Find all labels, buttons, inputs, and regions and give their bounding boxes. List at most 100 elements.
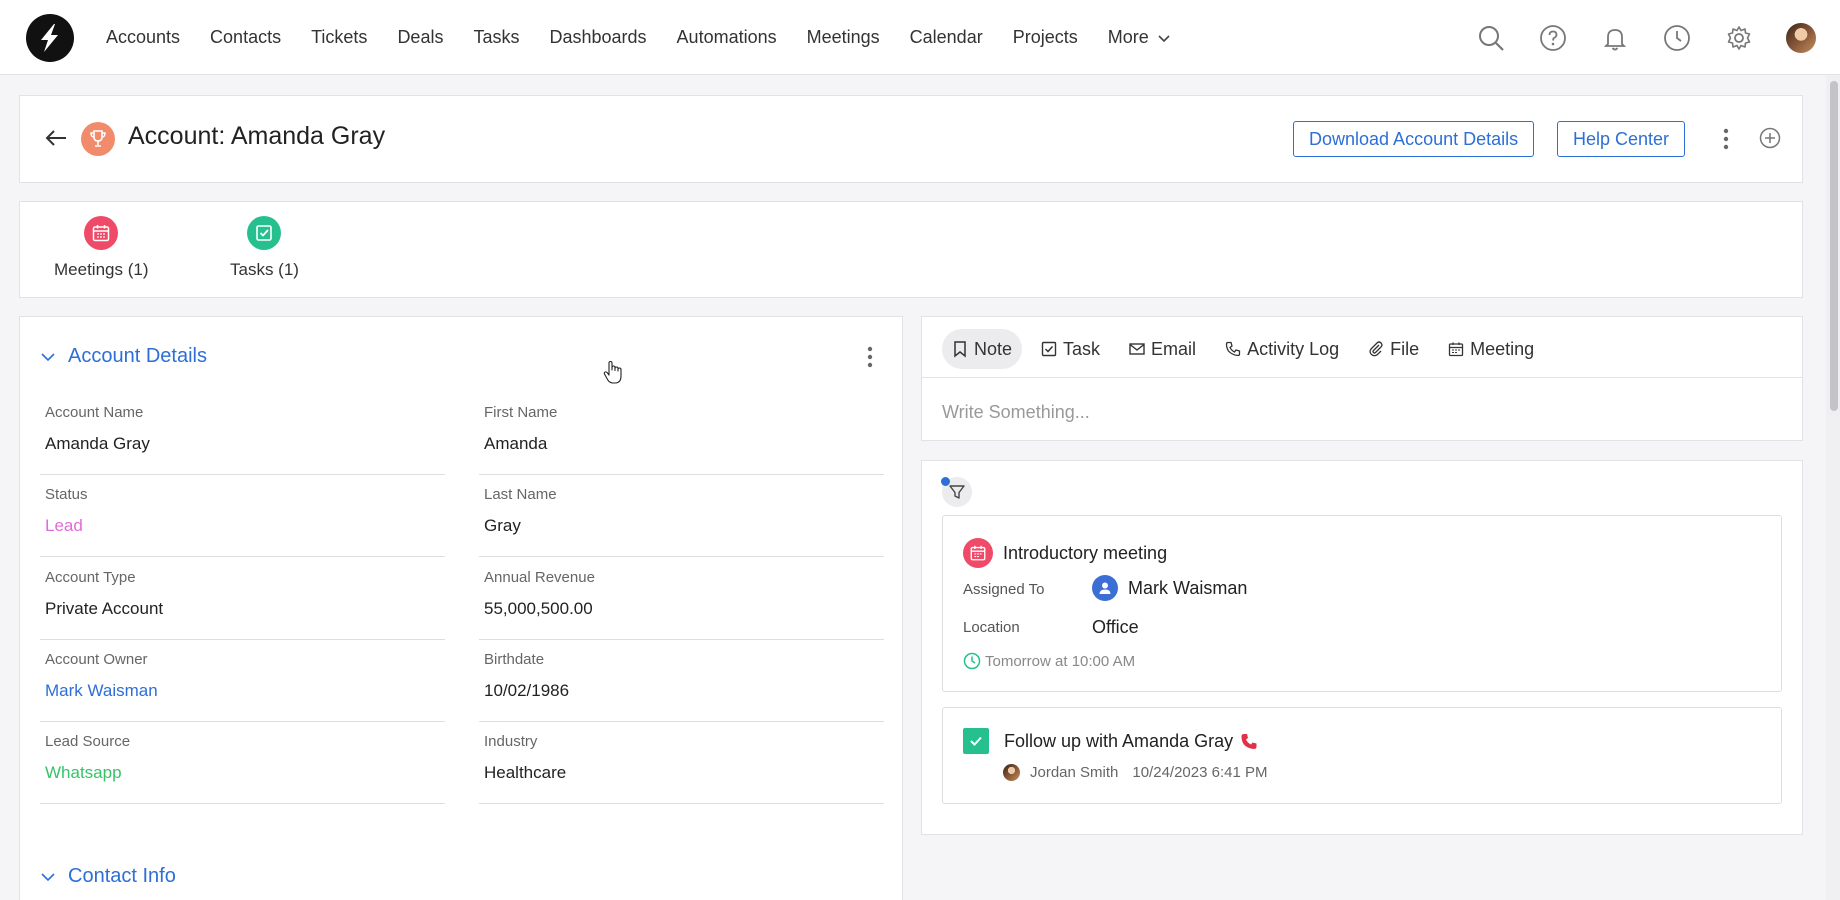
section-title: Account Details: [68, 345, 207, 367]
back-arrow-icon[interactable]: [42, 124, 70, 152]
clock-icon[interactable]: [1662, 23, 1692, 53]
user-icon: [1092, 575, 1118, 601]
field-label: Annual Revenue: [484, 569, 595, 586]
nav-projects[interactable]: Projects: [1013, 27, 1078, 48]
tab-label: File: [1390, 338, 1420, 359]
divider: [922, 377, 1802, 378]
nav-contacts[interactable]: Contacts: [210, 27, 281, 48]
nav-calendar[interactable]: Calendar: [910, 27, 983, 48]
tab-note[interactable]: Note: [942, 329, 1023, 369]
field-first-name[interactable]: First Name Amanda: [479, 393, 884, 475]
contact-info-toggle[interactable]: Contact Info: [40, 865, 176, 888]
phone-call-icon: [1241, 733, 1257, 749]
nav-utilities: [1476, 0, 1840, 75]
task-date: 10/24/2023 6:41 PM: [1132, 764, 1268, 781]
bell-icon[interactable]: [1600, 23, 1630, 53]
avatar: [1003, 764, 1020, 781]
field-birthdate[interactable]: Birthdate 10/02/1986: [479, 640, 884, 722]
meeting-time: Tomorrow at 10:00 AM: [963, 652, 1135, 670]
scrollbar-thumb[interactable]: [1830, 81, 1838, 411]
meeting-title[interactable]: Introductory meeting: [1003, 543, 1167, 564]
field-label: First Name: [484, 404, 558, 421]
meeting-time-text: Tomorrow at 10:00 AM: [985, 652, 1136, 670]
account-owner-link[interactable]: Mark Waisman: [45, 681, 158, 701]
nav-more[interactable]: More: [1108, 27, 1171, 48]
field-value: Gray: [484, 516, 521, 535]
tab-email[interactable]: Email: [1119, 329, 1206, 369]
help-circle-icon[interactable]: [1538, 23, 1568, 53]
chevron-down-icon: [41, 352, 55, 361]
field-industry[interactable]: Industry Healthcare: [479, 722, 884, 804]
help-center-button[interactable]: Help Center: [1557, 121, 1686, 157]
tab-file[interactable]: File: [1358, 329, 1429, 369]
tab-meeting[interactable]: Meeting: [1438, 329, 1544, 369]
field-value: Amanda: [484, 434, 548, 453]
field-value: Whatsapp: [45, 763, 122, 782]
related-tasks[interactable]: Tasks (1): [230, 216, 299, 280]
section-title: Contact Info: [68, 865, 176, 887]
search-icon[interactable]: [1476, 23, 1506, 53]
field-account-owner[interactable]: Account Owner Mark Waisman: [40, 640, 445, 722]
field-label: Last Name: [484, 486, 557, 503]
tab-label: Task: [1063, 338, 1101, 359]
task-user: Jordan Smith: [1030, 764, 1119, 781]
task-meta: Jordan Smith 10/24/2023 6:41 PM: [1003, 764, 1267, 781]
field-label: Status: [45, 486, 88, 503]
nav-accounts[interactable]: Accounts: [106, 27, 180, 48]
related-meetings[interactable]: Meetings (1): [54, 216, 148, 280]
account-details-toggle[interactable]: Account Details: [40, 345, 207, 368]
field-last-name[interactable]: Last Name Gray: [479, 475, 884, 557]
activity-timeline: Introductory meeting Assigned To Mark Wa…: [921, 460, 1803, 835]
field-account-type[interactable]: Account Type Private Account: [40, 558, 445, 640]
filter-icon: [949, 485, 965, 499]
page-scrollbar[interactable]: [1826, 75, 1840, 900]
calendar-icon: [1448, 342, 1464, 357]
avatar[interactable]: [1786, 22, 1816, 53]
nav-tickets[interactable]: Tickets: [311, 27, 367, 48]
meeting-card[interactable]: Introductory meeting Assigned To Mark Wa…: [942, 515, 1782, 692]
field-label: Birthdate: [484, 651, 545, 668]
download-account-details-button[interactable]: Download Account Details: [1293, 121, 1535, 157]
tab-task[interactable]: Task: [1031, 329, 1110, 369]
add-circle-icon[interactable]: [1758, 126, 1782, 150]
field-value: Amanda Gray: [45, 434, 150, 453]
tab-activity-log[interactable]: Activity Log: [1215, 329, 1349, 369]
nav-dashboards[interactable]: Dashboards: [549, 27, 646, 48]
task-title[interactable]: Follow up with Amanda Gray: [1004, 731, 1259, 752]
task-card[interactable]: Follow up with Amanda Gray Jordan Smith …: [942, 707, 1782, 804]
logo-icon: [31, 19, 69, 57]
nav-tasks[interactable]: Tasks: [473, 27, 519, 48]
trophy-icon: [81, 122, 115, 156]
related-records-bar: Meetings (1) Tasks (1): [19, 201, 1803, 298]
checkbox-icon: [247, 216, 282, 250]
nav-automations[interactable]: Automations: [677, 27, 777, 48]
field-annual-revenue[interactable]: Annual Revenue 55,000,500.00: [479, 558, 884, 640]
bookmark-icon: [954, 341, 966, 358]
nav-meetings[interactable]: Meetings: [807, 27, 880, 48]
calendar-icon: [84, 216, 119, 250]
gear-icon[interactable]: [1724, 23, 1754, 53]
related-tasks-label: Tasks (1): [230, 260, 299, 279]
activity-composer: Note Task Email Activity Log File Meetin…: [921, 316, 1803, 441]
section-options-icon[interactable]: [860, 343, 880, 371]
task-complete-checkbox[interactable]: [963, 728, 989, 754]
tab-label: Note: [974, 338, 1013, 359]
related-meetings-label: Meetings (1): [54, 260, 149, 279]
note-input[interactable]: [942, 397, 1782, 427]
filter-active-dot: [941, 477, 950, 486]
top-navigation: Accounts Contacts Tickets Deals Tasks Da…: [0, 0, 1840, 75]
more-options-icon[interactable]: [1716, 124, 1736, 154]
field-account-name[interactable]: Account Name Amanda Gray: [40, 393, 445, 475]
field-status[interactable]: Status Lead: [40, 475, 445, 557]
app-logo[interactable]: [26, 14, 74, 62]
assigned-to-label: Assigned To: [963, 581, 1045, 598]
checkbox-icon: [1041, 341, 1057, 357]
clock-icon: [963, 652, 981, 670]
nav-deals[interactable]: Deals: [397, 27, 443, 48]
field-label: Account Name: [45, 404, 144, 421]
calendar-icon: [963, 538, 993, 568]
field-label: Lead Source: [45, 733, 131, 750]
field-label: Account Type: [45, 569, 136, 586]
field-lead-source[interactable]: Lead Source Whatsapp: [40, 722, 445, 804]
tab-label: Activity Log: [1247, 338, 1340, 359]
